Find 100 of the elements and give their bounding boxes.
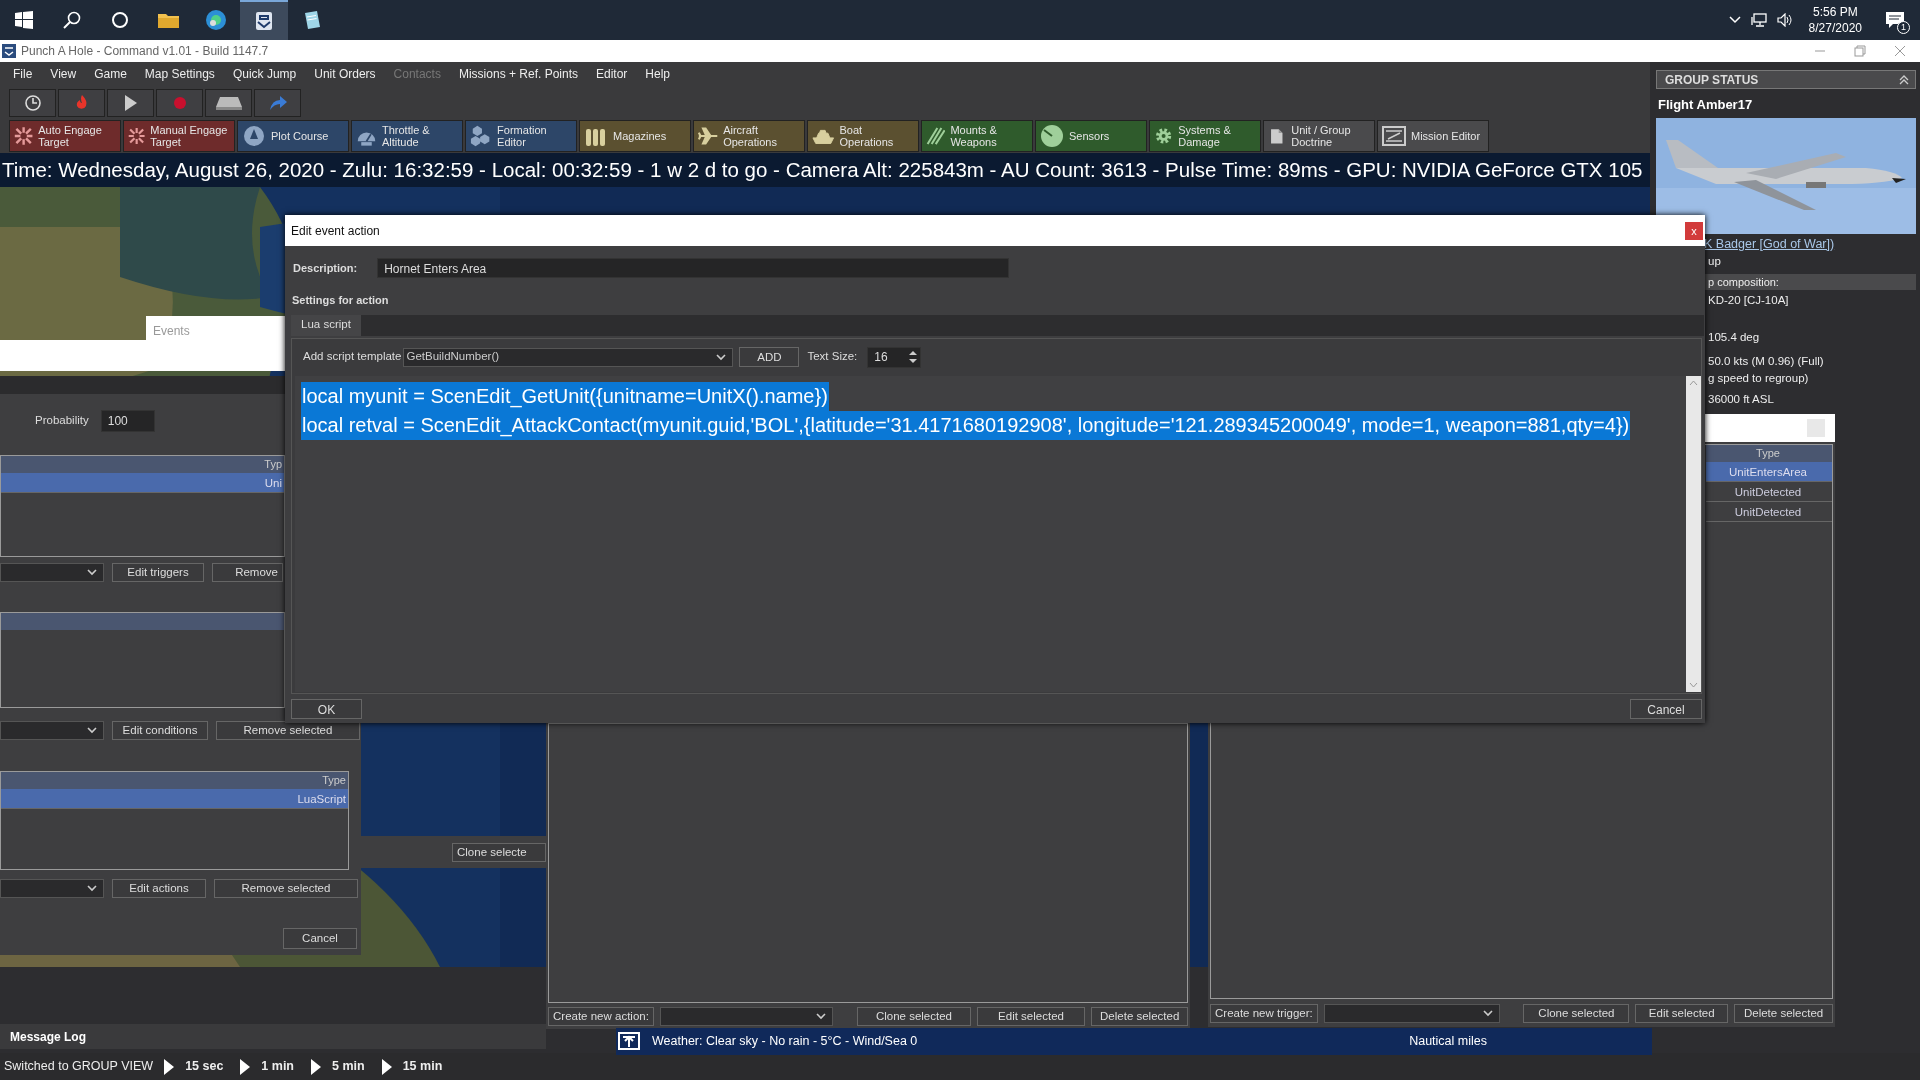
ok-button[interactable]: OK bbox=[291, 698, 362, 719]
play-icon bbox=[163, 1057, 176, 1076]
command-button[interactable]: Aircraft Operations bbox=[693, 120, 805, 152]
action-button[interactable]: Clone selected bbox=[1523, 1003, 1630, 1023]
speed-button[interactable]: 1 min bbox=[229, 1057, 294, 1076]
action-button[interactable]: Clone selected bbox=[857, 1006, 971, 1026]
network-icon[interactable] bbox=[1750, 13, 1767, 27]
close-button[interactable]: x bbox=[1685, 221, 1703, 240]
radar-icon bbox=[1040, 124, 1064, 148]
list-row[interactable]: Uni bbox=[1, 473, 284, 493]
list-row[interactable]: UnitDetected bbox=[1706, 482, 1832, 502]
play-icon bbox=[122, 94, 139, 112]
browser-icon bbox=[205, 9, 227, 31]
command-button[interactable]: Systems & Damage bbox=[1149, 120, 1261, 152]
search-icon bbox=[63, 11, 81, 29]
command-button[interactable]: Auto Engage Target bbox=[9, 120, 121, 152]
list-row[interactable]: LuaScript bbox=[1, 789, 348, 809]
chevron-down-icon bbox=[716, 353, 727, 361]
taskbar-app[interactable] bbox=[240, 0, 288, 40]
list-row[interactable]: UnitDetected bbox=[1706, 502, 1832, 522]
command-button[interactable]: Manual Engage Target bbox=[123, 120, 235, 152]
menu-item[interactable]: Missions + Ref. Points bbox=[449, 64, 587, 83]
detail-text: 50.0 kts (M 0.96) (Full) bbox=[1707, 354, 1825, 369]
message-log-header: Message Log bbox=[0, 1024, 546, 1049]
menu-item[interactable]: Game bbox=[85, 64, 136, 83]
box-icon bbox=[618, 1031, 640, 1052]
command-button[interactable]: Throttle & Altitude bbox=[351, 120, 463, 152]
column-header[interactable]: Type bbox=[1706, 445, 1832, 462]
menu-item[interactable]: Quick Jump bbox=[223, 64, 306, 83]
close-icon[interactable] bbox=[1894, 45, 1906, 57]
play-button[interactable] bbox=[107, 89, 154, 117]
menu-item[interactable]: Help bbox=[636, 64, 680, 83]
command-button[interactable]: Unit / Group Doctrine bbox=[1263, 120, 1375, 152]
ramp-button[interactable] bbox=[205, 89, 252, 117]
command-button[interactable]: Mounts & Weapons bbox=[921, 120, 1033, 152]
notification-button[interactable]: 1 bbox=[1878, 0, 1912, 40]
menu-item[interactable]: File bbox=[4, 64, 42, 83]
clone-button[interactable]: Clone selecte bbox=[452, 842, 546, 862]
plane-icon bbox=[698, 124, 719, 148]
input-field[interactable]: Hornet Enters Area bbox=[377, 258, 1010, 278]
speed-button[interactable]: 5 min bbox=[300, 1057, 365, 1076]
field-label: Probability bbox=[35, 413, 89, 429]
column-header[interactable]: Typ bbox=[1, 456, 284, 473]
scrollbar[interactable] bbox=[1686, 375, 1701, 692]
input-field[interactable]: 100 bbox=[100, 410, 155, 432]
clock[interactable]: 5:56 PM 8/27/2020 bbox=[1802, 2, 1868, 38]
group-name: Flight Amber17 bbox=[1658, 96, 1754, 114]
speed-button[interactable]: 15 sec bbox=[153, 1057, 224, 1076]
spinner-field[interactable]: 16 bbox=[867, 346, 922, 368]
fire-button[interactable] bbox=[58, 89, 105, 117]
cancel-button[interactable]: Cancel bbox=[1630, 698, 1702, 719]
add-button[interactable]: ADD bbox=[739, 347, 800, 367]
action-button[interactable]: Remove bbox=[212, 563, 283, 582]
chevron-down-icon bbox=[87, 727, 97, 734]
timer-button[interactable] bbox=[9, 89, 56, 117]
detail-text: g speed to regroup) bbox=[1707, 371, 1810, 387]
action-button[interactable]: Edit conditions bbox=[112, 721, 208, 740]
record-icon bbox=[171, 95, 188, 111]
action-button[interactable]: Remove selected bbox=[214, 879, 358, 898]
dropdown[interactable]: GetBuildNumber() bbox=[403, 347, 734, 367]
command-button[interactable]: Plot Course bbox=[237, 120, 349, 152]
circle-icon bbox=[111, 11, 129, 29]
group-text: up bbox=[1707, 254, 1722, 270]
clock-icon bbox=[23, 94, 42, 112]
play-icon bbox=[310, 1057, 322, 1076]
command-button[interactable]: Boat Operations bbox=[807, 120, 919, 152]
detail-text: KD-20 [CJ-10A] bbox=[1707, 292, 1790, 308]
action-button[interactable]: Edit actions bbox=[112, 879, 206, 898]
field-label: Description: bbox=[293, 260, 358, 276]
compass-icon bbox=[242, 124, 266, 148]
detail-text: 36000 ft ASL bbox=[1707, 391, 1775, 407]
redo-button[interactable] bbox=[254, 89, 301, 117]
menu-item[interactable]: Editor bbox=[587, 64, 637, 83]
menu-item[interactable]: Map Settings bbox=[135, 64, 224, 83]
panel-title: GROUP STATUS bbox=[1665, 71, 1759, 89]
action-button[interactable]: Edit triggers bbox=[112, 563, 204, 582]
column-header[interactable]: Type bbox=[1, 772, 348, 789]
tab[interactable]: Lua script bbox=[291, 314, 361, 336]
weather-text: Weather: Clear sky - No rain - 5°C - Wind/Sea 0 bbox=[652, 1033, 918, 1051]
action-button[interactable]: Delete selected bbox=[1091, 1006, 1188, 1026]
command-button[interactable]: Mission Editor bbox=[1377, 120, 1489, 152]
speaker-icon[interactable] bbox=[1776, 13, 1793, 27]
speed-button[interactable]: 15 min bbox=[370, 1057, 443, 1076]
emblem-icon bbox=[253, 10, 275, 32]
command-button[interactable]: Sensors bbox=[1035, 120, 1147, 152]
window-title: Punch A Hole - Command v1.01 - Build 1147.7 bbox=[21, 43, 269, 60]
menu-item[interactable]: View bbox=[41, 64, 86, 83]
field-label: Create new action: bbox=[548, 1006, 654, 1026]
spinner-arrows-icon[interactable] bbox=[908, 349, 919, 365]
double-chevron-up-icon[interactable] bbox=[1899, 74, 1909, 85]
action-button[interactable]: Edit selected bbox=[976, 1006, 1086, 1026]
command-button[interactable]: Magazines bbox=[579, 120, 691, 152]
cancel-button[interactable]: Cancel bbox=[283, 928, 357, 949]
status-message: Switched to GROUP VIEW bbox=[4, 1058, 154, 1076]
action-button[interactable]: Remove selected bbox=[216, 721, 360, 740]
command-button[interactable]: Formation Editor bbox=[465, 120, 577, 152]
action-button[interactable]: Edit selected bbox=[1635, 1003, 1729, 1023]
action-button[interactable]: Delete selected bbox=[1734, 1003, 1833, 1023]
list-row[interactable]: UnitEntersArea bbox=[1706, 462, 1832, 482]
menu-item[interactable]: Unit Orders bbox=[305, 64, 385, 83]
